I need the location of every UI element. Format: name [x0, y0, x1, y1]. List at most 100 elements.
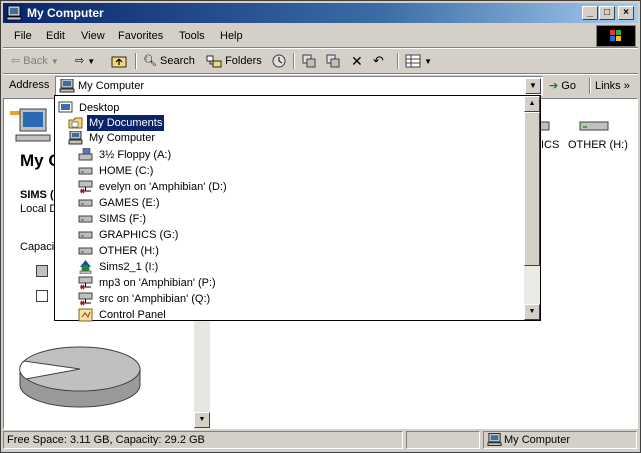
views-button[interactable]: ▼ — [405, 52, 432, 70]
search-label: Search — [160, 55, 195, 67]
undo-icon: ↶ — [373, 53, 384, 68]
back-arrow-icon: ⇦ — [11, 55, 21, 67]
history-icon — [272, 54, 286, 68]
copy-to-button[interactable] — [325, 52, 341, 70]
dropdown-item-label: Control Panel — [99, 309, 166, 321]
toolbar-separator — [293, 53, 295, 69]
status-bar: Free Space: 3.11 GB, Capacity: 29.2 GB M… — [3, 430, 638, 450]
up-folder-button[interactable] — [111, 52, 127, 70]
forward-arrow-icon: ⇨ — [75, 55, 85, 67]
menu-file[interactable]: File — [14, 30, 32, 42]
menu-favorites[interactable]: Favorites — [118, 30, 163, 42]
search-icon: 🔍︎ — [143, 55, 157, 67]
cd-drive-icon — [79, 260, 92, 274]
menu-tools[interactable]: Tools — [179, 30, 205, 42]
links-label: Links — [595, 80, 621, 92]
my-computer-icon — [487, 433, 502, 446]
undo-button[interactable]: ↶ — [373, 52, 384, 70]
title-bar[interactable]: My Computer _ □ × — [3, 3, 638, 23]
used-space-legend — [36, 265, 48, 277]
drive-icon — [78, 167, 93, 175]
drive-icon[interactable] — [578, 117, 610, 135]
status-location: My Computer — [504, 434, 571, 446]
address-combobox[interactable]: My Computer ▼ — [55, 76, 543, 96]
my-computer-large-icon — [10, 108, 51, 142]
address-dropdown-button[interactable]: ▼ — [525, 78, 541, 94]
standard-toolbar: ⇦ Back ▼ ⇨ ▼ 🔍︎ Search Folders ✕ ↶ ▼ — [3, 49, 638, 73]
folders-label: Folders — [225, 55, 262, 67]
search-button[interactable]: 🔍︎ Search — [143, 52, 195, 70]
dropdown-item-label: 3½ Floppy (A:) — [99, 149, 172, 161]
drive-icon — [78, 247, 93, 255]
chevron-down-icon: ▼ — [529, 81, 537, 90]
scroll-down-button[interactable]: ▼ — [194, 412, 210, 428]
dropdown-item-label: Desktop — [79, 102, 120, 114]
scroll-down-button[interactable]: ▼ — [524, 304, 540, 320]
dropdown-item-label: mp3 on 'Amphibian' (P:) — [99, 277, 216, 289]
dropdown-item-label: src on 'Amphibian' (Q:) — [99, 293, 211, 305]
go-arrow-icon: ➔ — [549, 80, 559, 92]
up-folder-icon — [111, 56, 127, 68]
address-label: Address — [9, 79, 50, 91]
go-label: Go — [561, 80, 576, 92]
desktop-icon — [58, 101, 73, 113]
free-space-legend — [36, 290, 48, 302]
pane-capacity-label: Capacit — [20, 241, 58, 253]
go-button[interactable]: ➔ Go — [549, 77, 576, 95]
address-dropdown-list[interactable]: Desktop My Documents My Computer 3½ Floppy … — [54, 95, 541, 322]
menu-view[interactable]: View — [81, 30, 105, 42]
scroll-up-button[interactable]: ▲ — [524, 96, 540, 112]
maximize-button[interactable]: □ — [599, 6, 615, 20]
chevron-down-icon: ▼ — [50, 57, 59, 66]
history-button[interactable] — [271, 52, 287, 70]
menu-help[interactable]: Help — [220, 30, 243, 42]
copy-to-icon — [326, 54, 340, 68]
toolbar-separator — [397, 53, 399, 69]
status-zone: My Computer — [483, 431, 637, 449]
move-to-icon — [302, 54, 316, 68]
network-drive-icon — [78, 292, 93, 306]
dropdown-item-label: GAMES (E:) — [99, 197, 160, 209]
network-drive-icon — [78, 180, 93, 194]
delete-icon: ✕ — [351, 53, 363, 69]
close-button[interactable]: × — [618, 6, 634, 20]
windows-logo-icon — [596, 25, 636, 47]
network-drive-icon — [78, 276, 93, 290]
control-panel-icon — [78, 308, 93, 322]
back-label: Back — [23, 55, 48, 67]
folders-button[interactable]: Folders — [206, 52, 262, 70]
dropdown-item-label: My Documents — [87, 115, 165, 131]
explorer-window: My Computer _ □ × File Edit View Favorit… — [0, 0, 641, 453]
drive-icon — [78, 215, 93, 223]
window-title: My Computer — [27, 6, 104, 20]
address-value: My Computer — [78, 80, 145, 92]
dropdown-item-label: HOME (C:) — [99, 165, 154, 177]
address-bar: Address My Computer ▼ ➔ Go Links » — [3, 75, 638, 97]
move-to-button[interactable] — [301, 52, 317, 70]
toolbar-separator — [135, 53, 137, 69]
my-computer-icon — [6, 5, 22, 21]
dropdown-scrollbar[interactable]: ▲ ▼ — [524, 96, 540, 320]
chevron-down-icon: ▼ — [87, 57, 96, 66]
forward-button[interactable]: ⇨ ▼ — [75, 52, 95, 70]
scroll-thumb[interactable] — [524, 112, 540, 266]
floppy-icon — [78, 148, 93, 161]
back-button[interactable]: ⇦ Back ▼ — [11, 52, 59, 70]
chevron-right-icon: » — [623, 80, 630, 92]
dropdown-item-label: OTHER (H:) — [99, 245, 159, 257]
pane-drive-name: SIMS ( — [20, 189, 54, 201]
minimize-button[interactable]: _ — [582, 6, 598, 20]
my-computer-icon — [59, 79, 75, 93]
dropdown-item-label: SIMS (F:) — [99, 213, 147, 225]
folder-icon — [68, 117, 83, 129]
delete-button[interactable]: ✕ — [351, 52, 363, 70]
disk-usage-pie-chart — [19, 346, 141, 408]
dropdown-item-label: GRAPHICS (G:) — [99, 229, 179, 241]
computer-icon — [68, 131, 83, 145]
menu-bar: File Edit View Favorites Tools Help — [3, 25, 593, 47]
folders-icon — [206, 55, 222, 68]
status-free-space: Free Space: 3.11 GB, Capacity: 29.2 GB — [3, 431, 403, 449]
menu-edit[interactable]: Edit — [46, 30, 65, 42]
links-button[interactable]: Links » — [595, 77, 630, 95]
drive-label-other[interactable]: OTHER (H:) — [568, 139, 628, 151]
